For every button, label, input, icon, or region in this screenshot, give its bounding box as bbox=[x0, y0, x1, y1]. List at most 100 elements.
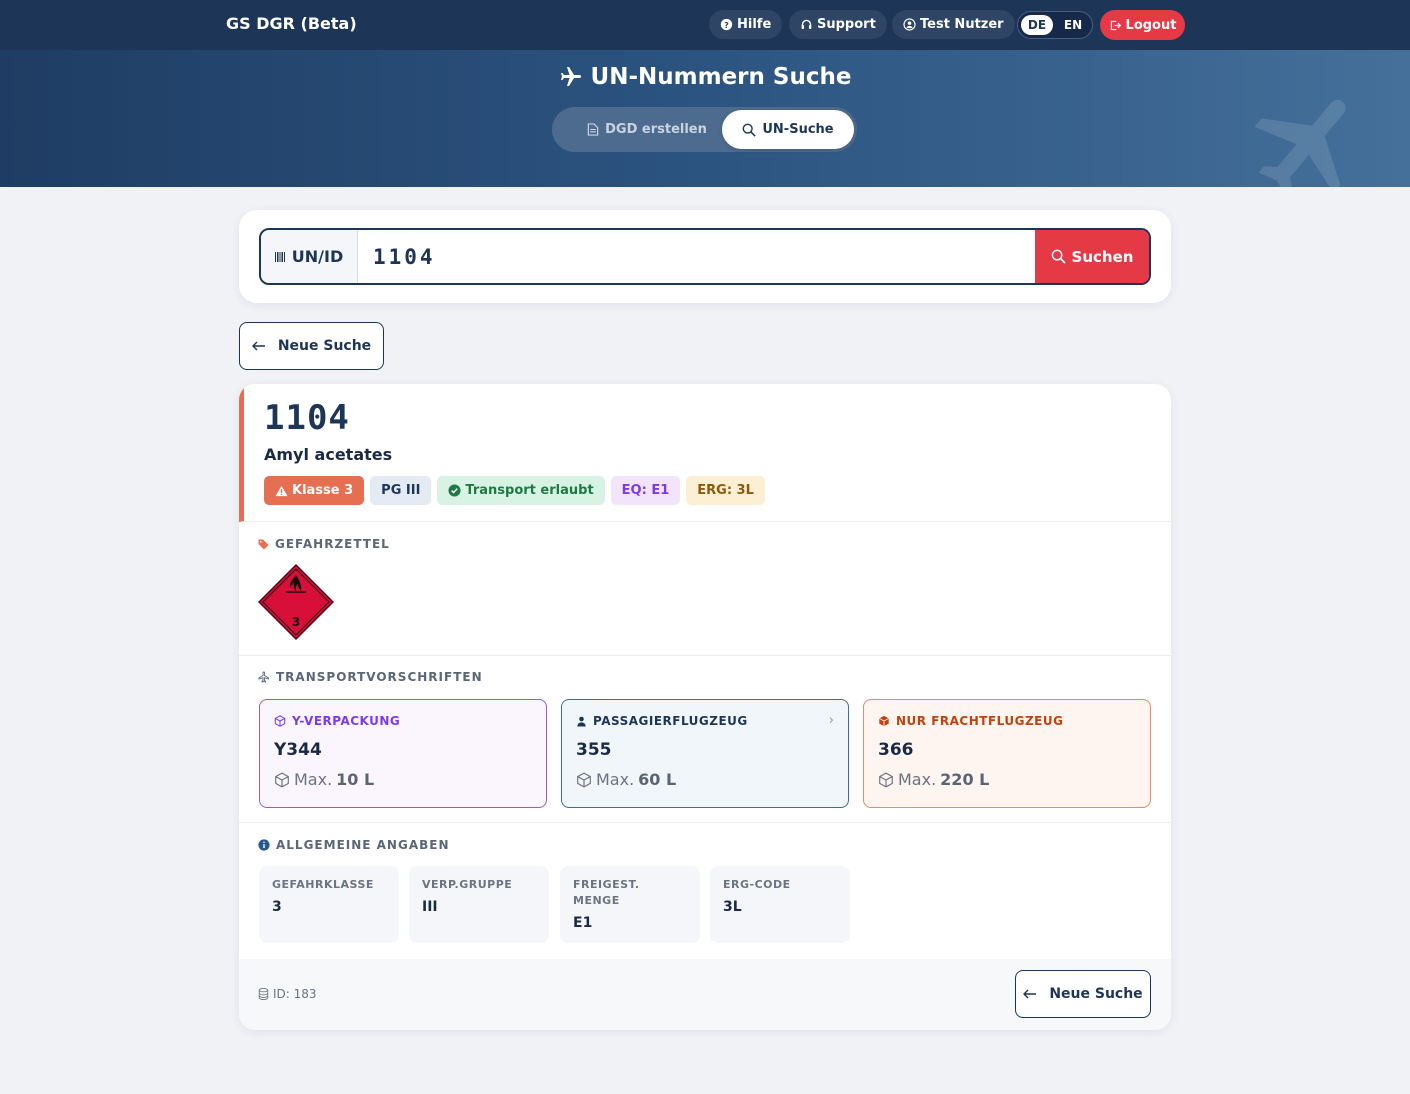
check-circle-icon bbox=[448, 484, 461, 497]
diamond-class-number: 3 bbox=[292, 615, 300, 629]
tab-un-suche[interactable]: UN-Suche bbox=[722, 110, 854, 149]
support-button[interactable]: Support bbox=[789, 10, 887, 39]
y-packaging-max-prefix: Max. bbox=[294, 770, 333, 789]
search-prefix: UN/ID bbox=[261, 230, 358, 283]
info-tile-freigest-menge: FREIGEST. MENGE E1 bbox=[560, 866, 700, 943]
substance-name: Amyl acetates bbox=[264, 445, 393, 464]
package-filled-icon bbox=[879, 715, 889, 727]
info-tile-verpgruppe: VERP.GRUPPE III bbox=[409, 866, 549, 943]
info-value: III bbox=[422, 899, 438, 915]
document-icon bbox=[587, 123, 599, 136]
passenger-code: 355 bbox=[576, 740, 612, 760]
help-label: Hilfe bbox=[737, 17, 772, 32]
info-value: E1 bbox=[573, 915, 593, 931]
mode-tabs: DGD erstellen UN-Suche bbox=[552, 107, 857, 152]
transport-badge-label: Transport erlaubt bbox=[465, 483, 594, 498]
search-box: UN/ID Suchen bbox=[259, 228, 1151, 285]
record-id-text: ID: 183 bbox=[273, 987, 317, 1001]
package-icon bbox=[274, 715, 286, 727]
search-icon bbox=[742, 123, 757, 137]
lang-de-button[interactable]: DE bbox=[1021, 15, 1053, 35]
info-label: VERP.GRUPPE bbox=[422, 878, 513, 891]
general-info-section: ALLGEMEINE ANGABEN GEFAHRKLASSE 3 VERP.G… bbox=[239, 823, 1171, 959]
new-search-label: Neue Suche bbox=[277, 338, 372, 354]
info-label: FREIGEST. MENGE bbox=[573, 878, 640, 907]
y-packaging-title-row: Y-VERPACKUNG bbox=[274, 714, 400, 728]
cargo-max-value: 220 L bbox=[940, 770, 990, 789]
info-value: 3L bbox=[723, 899, 742, 915]
top-navbar: GS DGR (Beta) ? Hilfe Support Test Nutze… bbox=[0, 0, 1410, 50]
info-label: ERG-CODE bbox=[723, 878, 791, 891]
new-search-label: Neue Suche bbox=[1049, 986, 1143, 1002]
un-number: 1104 bbox=[264, 398, 350, 438]
info-tile-erg-code: ERG-CODE 3L bbox=[710, 866, 850, 943]
general-info-heading-text: ALLGEMEINE ANGABEN bbox=[276, 838, 450, 852]
passenger-max: Max. 60 L bbox=[576, 770, 676, 789]
passenger-max-prefix: Max. bbox=[596, 770, 635, 789]
logout-button[interactable]: Logout bbox=[1100, 10, 1185, 40]
transport-section: TRANSPORTVORSCHRIFTEN Y-VERPACKUNG Y344 … bbox=[239, 656, 1171, 823]
arrow-left-icon bbox=[251, 341, 265, 351]
tag-icon bbox=[258, 538, 269, 550]
tab-dgd-label: DGD erstellen bbox=[605, 122, 707, 137]
barcode-icon bbox=[274, 251, 285, 262]
y-packaging-title: Y-VERPACKUNG bbox=[292, 714, 401, 728]
warning-triangle-icon bbox=[275, 485, 288, 496]
y-packaging-max-value: 10 L bbox=[336, 770, 375, 789]
result-card: 1104 Amyl acetates Klasse 3 PG III Trans… bbox=[239, 384, 1171, 1030]
search-icon bbox=[1051, 249, 1066, 264]
support-label: Support bbox=[817, 17, 876, 32]
box-icon bbox=[879, 771, 893, 788]
user-name: Test Nutzer bbox=[920, 17, 1004, 32]
search-button[interactable]: Suchen bbox=[1035, 230, 1149, 283]
plane-watermark-icon bbox=[1254, 99, 1346, 187]
tab-dgd-erstellen[interactable]: DGD erstellen bbox=[557, 110, 737, 149]
general-info-heading: ALLGEMEINE ANGABEN bbox=[258, 838, 450, 852]
help-button[interactable]: ? Hilfe bbox=[709, 10, 783, 39]
new-search-button-bottom[interactable]: Neue Suche bbox=[1015, 970, 1151, 1018]
logout-label: Logout bbox=[1125, 17, 1177, 33]
y-packaging-card[interactable]: Y-VERPACKUNG Y344 Max. 10 L bbox=[259, 699, 547, 808]
transport-badge: Transport erlaubt bbox=[437, 476, 605, 505]
search-prefix-label: UN/ID bbox=[291, 247, 344, 266]
hero-banner: UN-Nummern Suche DGD erstellen UN-Suche bbox=[0, 50, 1410, 187]
flammable-liquid-diamond-icon: 3 bbox=[258, 564, 334, 640]
cargo-title-row: NUR FRACHTFLUGZEUG bbox=[878, 714, 1063, 728]
passenger-title: PASSAGIERFLUGZEUG bbox=[593, 714, 748, 728]
svg-text:?: ? bbox=[724, 20, 729, 30]
cargo-max-prefix: Max. bbox=[898, 770, 937, 789]
lang-en-button[interactable]: EN bbox=[1057, 15, 1089, 35]
logout-icon bbox=[1110, 20, 1121, 30]
plane-icon bbox=[560, 67, 581, 86]
page-title: UN-Nummern Suche bbox=[0, 64, 1410, 90]
person-icon bbox=[577, 716, 586, 727]
passenger-aircraft-card[interactable]: PASSAGIERFLUGZEUG › 355 Max. 60 L bbox=[561, 699, 849, 808]
transport-heading: TRANSPORTVORSCHRIFTEN bbox=[258, 670, 483, 684]
user-menu-button[interactable]: Test Nutzer bbox=[892, 10, 1015, 39]
box-icon bbox=[275, 771, 289, 788]
app-title[interactable]: GS DGR (Beta) bbox=[226, 14, 357, 33]
info-circle-icon bbox=[258, 839, 270, 851]
result-header: 1104 Amyl acetates Klasse 3 PG III Trans… bbox=[239, 384, 1171, 522]
new-search-button[interactable]: Neue Suche bbox=[239, 322, 384, 370]
arrow-left-icon bbox=[1023, 989, 1037, 999]
plane-outline-icon bbox=[258, 671, 269, 683]
cargo-code: 366 bbox=[878, 740, 914, 760]
cargo-title: NUR FRACHTFLUGZEUG bbox=[896, 714, 1064, 728]
un-search-input[interactable] bbox=[359, 230, 1035, 283]
class-badge: Klasse 3 bbox=[264, 476, 365, 505]
box-icon bbox=[577, 771, 591, 788]
eq-badge: EQ: E1 bbox=[610, 476, 681, 505]
cargo-aircraft-card[interactable]: NUR FRACHTFLUGZEUG 366 Max. 220 L bbox=[863, 699, 1151, 808]
info-label: GEFAHRKLASSE bbox=[272, 878, 374, 891]
y-packaging-code: Y344 bbox=[274, 740, 322, 760]
info-tile-gefahrklasse: GEFAHRKLASSE 3 bbox=[259, 866, 399, 943]
hazard-label-heading-text: GEFAHRZETTEL bbox=[275, 537, 390, 551]
passenger-title-row: PASSAGIERFLUGZEUG bbox=[576, 714, 748, 728]
page-title-text: UN-Nummern Suche bbox=[590, 64, 852, 90]
search-card: UN/ID Suchen bbox=[239, 210, 1171, 303]
database-icon bbox=[258, 988, 269, 1000]
result-footer: ID: 183 Neue Suche bbox=[239, 959, 1171, 1030]
headset-icon bbox=[801, 19, 812, 29]
badge-row: Klasse 3 PG III Transport erlaubt EQ: E1… bbox=[264, 476, 765, 505]
